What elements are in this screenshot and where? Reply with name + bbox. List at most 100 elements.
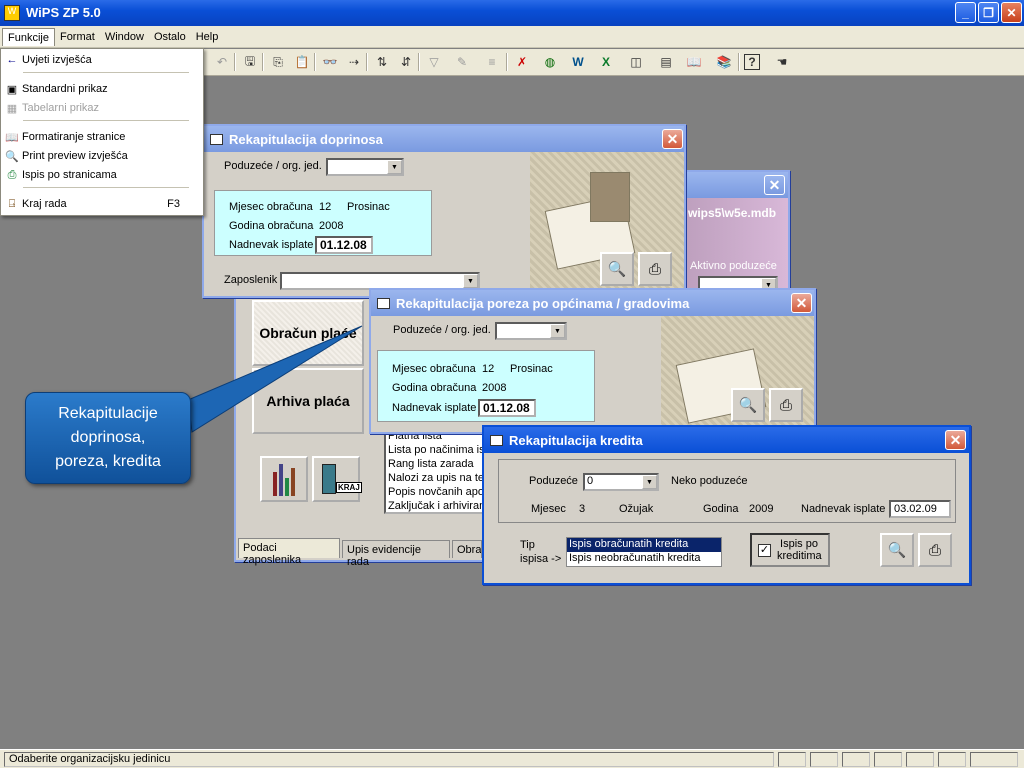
tip-option-obracunatih[interactable]: Ispis obračunatih kredita	[567, 538, 721, 552]
porez-mjesec-label: Mjesec obračuna	[392, 363, 476, 375]
doprinosi-mjesec-value: 12	[319, 201, 332, 213]
status-panel	[874, 752, 902, 767]
save-icon[interactable]: 🖫	[240, 52, 260, 72]
undo-icon[interactable]: ↶	[212, 52, 232, 72]
report-list[interactable]: Platna lista Lista po načinima isp Rang …	[384, 424, 484, 514]
exit-door-icon: ⍈	[8, 197, 16, 210]
doprinosi-poduzece-combo[interactable]: ▼	[326, 158, 404, 176]
statistics-button[interactable]	[260, 456, 308, 502]
kredit-godina-label: Godina	[703, 503, 739, 515]
menu-item-formatiranje-stranice[interactable]: 📖 Formatiranje stranice	[2, 128, 202, 146]
kredit-nadnevak-label: Nadnevak isplate	[801, 503, 886, 515]
callout-text: Rekapitulacije doprinosa, poreza, kredit…	[55, 405, 161, 470]
porez-poduzece-combo[interactable]: ▼	[495, 322, 567, 340]
menu-item-uvjeti-izvjesca[interactable]: ← Uvjeti izvješća	[2, 51, 202, 69]
doprinosi-nadnevak-field[interactable]: 01.12.08	[315, 236, 373, 254]
menu-window[interactable]: Window	[100, 28, 149, 46]
help-icon[interactable]: ?	[744, 54, 760, 70]
ispis-po-kreditima-label: Ispis po kreditima	[777, 538, 822, 562]
delete-icon[interactable]: ✗	[512, 52, 532, 72]
close-button[interactable]: ✕	[1001, 2, 1022, 23]
menu-item-ispis-po-stranicama[interactable]: ⎙ Ispis po stranicama	[2, 166, 202, 184]
list-item[interactable]: Lista po načinima isp	[388, 444, 482, 456]
word-icon[interactable]: W	[568, 52, 588, 72]
app-title-bar[interactable]: W WiPS ZP 5.0 _ ❐ ✕	[0, 0, 1024, 26]
porez-preview-button[interactable]: 🔍	[731, 388, 765, 422]
tip-option-neobracunatih[interactable]: Ispis neobračunatih kredita	[567, 552, 721, 566]
porez-close-button[interactable]: ✕	[791, 293, 812, 313]
kredit-title-bar[interactable]: Rekapitulacija kredita	[484, 427, 969, 453]
find-next-icon[interactable]: ⇢	[344, 52, 364, 72]
porez-title-bar[interactable]: Rekapitulacija poreza po općinama / grad…	[371, 290, 814, 316]
menu-format[interactable]: Format	[55, 28, 100, 46]
porez-print-button[interactable]: ⎙	[769, 388, 803, 422]
sort-ascending-icon[interactable]: ⇅	[372, 52, 392, 72]
chart-bar-icon	[285, 478, 289, 496]
menu-ostalo[interactable]: Ostalo	[149, 28, 191, 46]
tip-ispisa-listbox[interactable]: Ispis obračunatih kredita Ispis neobraču…	[566, 537, 722, 567]
menu-item-print-preview[interactable]: 🔍 Print preview izvješća	[2, 147, 202, 165]
filter-edit-icon[interactable]: ✎	[452, 52, 472, 72]
menu-item-standardni-prikaz[interactable]: ▣ Standardni prikaz	[2, 80, 202, 98]
kredit-mjesec-label: Mjesec	[531, 503, 566, 515]
zaposlenik-label: Zaposlenik	[224, 274, 278, 286]
filter-icon[interactable]: ▽	[424, 52, 444, 72]
menu-item-label: Formatiranje stranice	[22, 131, 126, 143]
background-window-close-button[interactable]: ✕	[764, 175, 785, 195]
list-item[interactable]: Zaključak i arhiviran	[388, 500, 482, 512]
menu-help[interactable]: Help	[191, 28, 224, 46]
doprinosi-godina-value: 2008	[319, 220, 344, 232]
menu-funkcije[interactable]: Funkcije	[2, 27, 55, 46]
doprinosi-title-bar[interactable]: Rekapitulacija doprinosa	[204, 126, 684, 152]
porez-nadnevak-field[interactable]: 01.12.08	[478, 399, 536, 417]
list-item[interactable]: Popis novčanih apo	[388, 486, 482, 498]
minimize-button[interactable]: _	[955, 2, 976, 23]
open-book-icon[interactable]: 📖	[684, 52, 704, 72]
kredit-close-button[interactable]: ✕	[945, 430, 966, 450]
restore-button[interactable]: ❐	[978, 2, 999, 23]
doprinosi-mjesec-name: Prosinac	[347, 201, 390, 213]
books-icon[interactable]: 📚	[714, 52, 734, 72]
apply-filter-icon[interactable]: ≡	[482, 52, 502, 72]
kredit-print-button[interactable]: ⎙	[918, 533, 952, 567]
aktivno-poduzece-label: Aktivno poduzeće	[690, 260, 777, 272]
menu-item-kraj-rada[interactable]: ⍈ Kraj rada F3	[2, 195, 202, 213]
status-text: Odaberite organizacijsku jedinicu	[4, 752, 774, 767]
copy-icon[interactable]: ⎘	[268, 52, 288, 72]
porez-window: Rekapitulacija poreza po općinama / grad…	[369, 288, 816, 434]
porez-mjesec-name: Prosinac	[510, 363, 553, 375]
status-bar: Odaberite organizacijsku jedinicu	[0, 749, 1024, 768]
ispis-po-kreditima-checkbox[interactable]: ✓	[758, 543, 771, 557]
list-item[interactable]: Rang lista zarada	[388, 458, 474, 470]
database-icon[interactable]: ▤	[656, 52, 676, 72]
kraj-button[interactable]: KRAJ	[312, 456, 362, 502]
analyze-icon[interactable]: ◫	[626, 52, 646, 72]
doprinosi-print-button[interactable]: ⎙	[638, 252, 672, 286]
chart-bar-icon	[291, 468, 295, 496]
excel-icon[interactable]: X	[596, 52, 616, 72]
tab-obracun[interactable]: Obrač	[452, 540, 482, 558]
menu-item-label: Uvjeti izvješća	[22, 54, 92, 66]
paste-icon[interactable]: 📋	[292, 52, 312, 72]
tab-podaci-zaposlenika[interactable]: Podaci zaposlenika	[238, 538, 340, 566]
doprinosi-preview-button[interactable]: 🔍	[600, 252, 634, 286]
porez-nadnevak-label: Nadnevak isplate	[392, 402, 477, 414]
hand-icon[interactable]: ☚	[772, 52, 792, 72]
binoculars-icon[interactable]: 👓	[320, 52, 340, 72]
kredit-preview-button[interactable]: 🔍	[880, 533, 914, 567]
arrow-left-icon: ←	[6, 54, 18, 66]
kredit-poduzece-combo[interactable]: 0 ▼	[583, 473, 659, 491]
list-item[interactable]: Nalozi za upis na tek	[388, 472, 482, 484]
tab-upis-evidencije-rada[interactable]: Upis evidencije rada	[342, 540, 450, 568]
kredit-poduzece-label: Poduzeće	[529, 475, 578, 487]
menu-item-tabelarni-prikaz[interactable]: ▦ Tabelarni prikaz	[2, 99, 202, 117]
porez-godina-label: Godina obračuna	[392, 382, 477, 394]
app-icon: W	[4, 5, 20, 21]
menu-item-label: Tabelarni prikaz	[22, 102, 100, 114]
doprinosi-info-panel: Mjesec obračuna 12 Prosinac Godina obrač…	[214, 190, 432, 256]
doprinosi-close-button[interactable]: ✕	[662, 129, 683, 149]
sort-descending-icon[interactable]: ⇵	[396, 52, 416, 72]
kredit-nadnevak-field[interactable]: 03.02.09	[889, 500, 951, 518]
globe-icon[interactable]: ◍	[540, 52, 560, 72]
status-panel	[906, 752, 934, 767]
